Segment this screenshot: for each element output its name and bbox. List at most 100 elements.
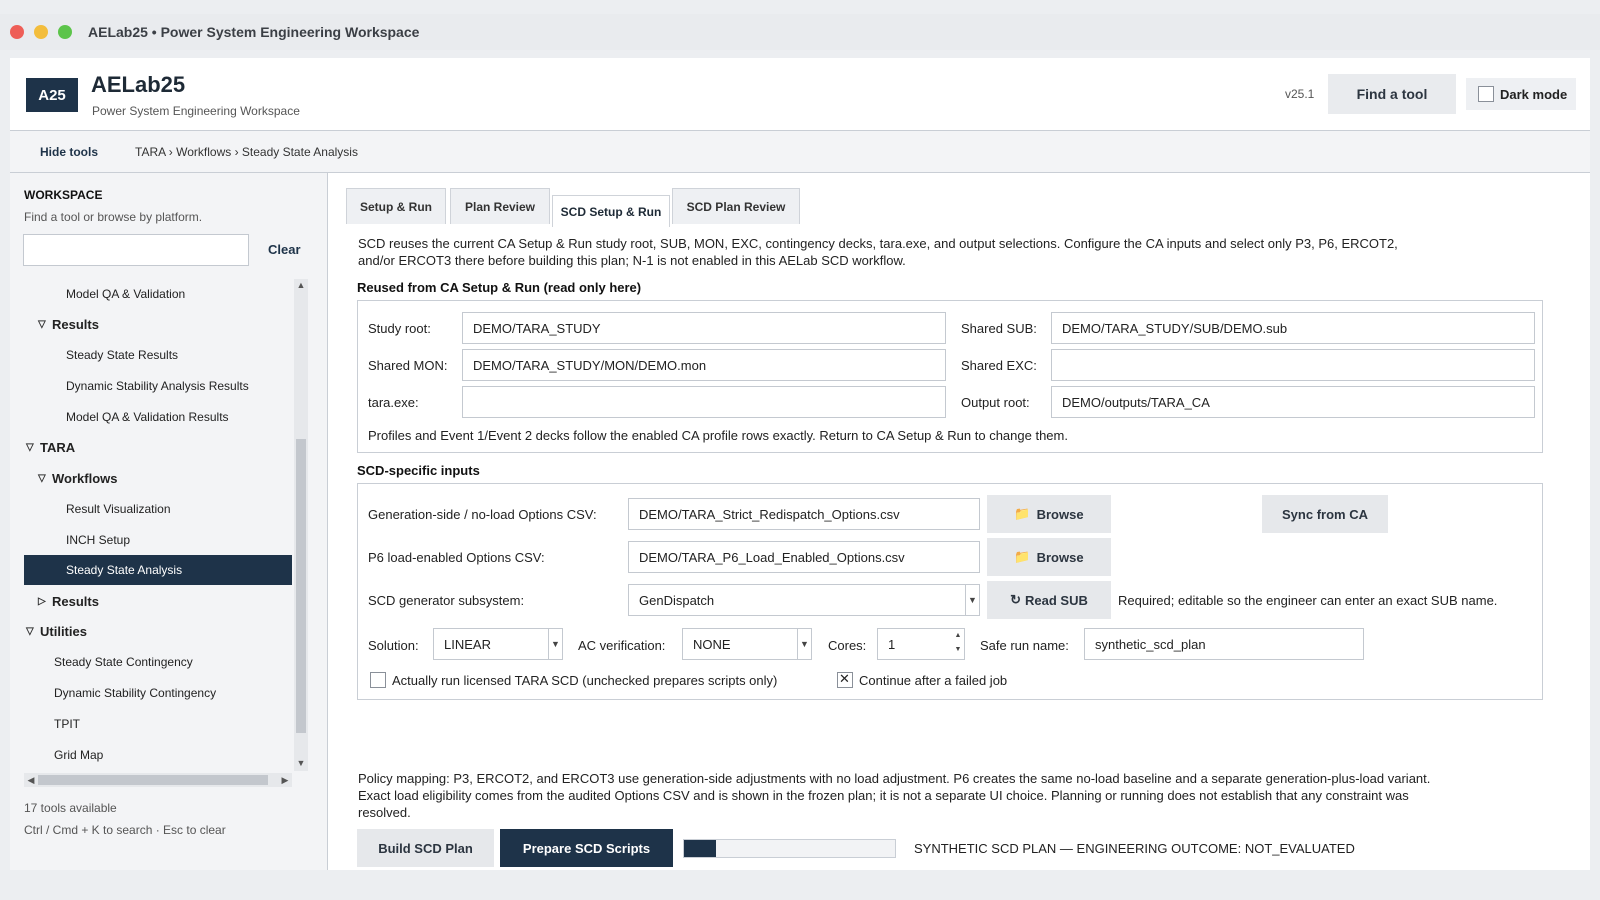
window-titlebar: AELab25 • Power System Engineering Works… xyxy=(0,14,1600,50)
tree-item-label: Dynamic Stability Analysis Results xyxy=(66,379,249,394)
read-sub-button[interactable]: ↻ Read SUB xyxy=(987,581,1111,619)
scroll-up-icon[interactable]: ▲ xyxy=(295,280,307,292)
tree-horizontal-scrollbar[interactable]: ◀ ▶ xyxy=(24,773,292,787)
clear-search-button[interactable]: Clear xyxy=(268,242,301,257)
close-window-button[interactable] xyxy=(10,25,24,39)
gen-csv-field[interactable]: DEMO/TARA_Strict_Redispatch_Options.csv xyxy=(628,498,980,530)
ac-verification-label: AC verification: xyxy=(578,638,666,653)
tree-item-label: Dynamic Stability Contingency xyxy=(54,686,217,701)
chevron-down-icon[interactable]: ▼ xyxy=(548,629,562,659)
tree-item[interactable]: INCH Setup xyxy=(24,525,292,555)
tree-item[interactable]: ▽ TARA xyxy=(24,433,292,463)
stepper-arrows-icon[interactable]: ▲ ▼ xyxy=(952,629,964,659)
sync-from-ca-button[interactable]: Sync from CA xyxy=(1262,495,1388,533)
tree-item-label: TPIT xyxy=(54,716,80,731)
tree-item-label: Model QA & Validation xyxy=(66,287,186,301)
gen-csv-browse-button[interactable]: 📁 Browse xyxy=(987,495,1111,533)
run-licensed-option[interactable]: Actually run licensed TARA SCD (unchecke… xyxy=(370,672,777,688)
output-root-field[interactable]: DEMO/outputs/TARA_CA xyxy=(1051,386,1535,418)
tree-item[interactable]: Steady State Contingency xyxy=(24,647,292,677)
tree-item-label: Steady State Results xyxy=(66,348,179,363)
minimize-window-button[interactable] xyxy=(34,25,48,39)
shared-exc-field[interactable] xyxy=(1051,349,1535,381)
tab-scd-setup-run[interactable]: SCD Setup & Run xyxy=(552,195,670,227)
caret-down-icon[interactable]: ▽ xyxy=(26,626,40,637)
ac-verification-value: NONE xyxy=(693,636,731,652)
tree-item-label: INCH Setup xyxy=(66,532,131,547)
p6-csv-field[interactable]: DEMO/TARA_P6_Load_Enabled_Options.csv xyxy=(628,541,980,573)
tree-item[interactable]: ▽ Workflows xyxy=(24,463,292,493)
cores-stepper[interactable]: 1 ▲ ▼ xyxy=(877,628,965,660)
tab-scd-plan-review[interactable]: SCD Plan Review xyxy=(672,188,800,224)
find-tool-button[interactable]: Find a tool xyxy=(1328,74,1456,114)
solution-select[interactable]: LINEAR ▼ xyxy=(433,628,563,660)
tree-item[interactable]: Model QA & Validation xyxy=(24,279,292,309)
tree-item[interactable]: Result Visualization xyxy=(24,494,292,524)
window-bottom-edge xyxy=(0,872,1600,900)
prepare-scd-scripts-button[interactable]: Prepare SCD Scripts xyxy=(500,829,673,867)
tree-item[interactable]: TPIT xyxy=(24,709,292,739)
workspace-search-input[interactable] xyxy=(23,234,249,266)
tree-item[interactable]: Dynamic Stability Contingency xyxy=(24,678,292,708)
scroll-right-icon[interactable]: ▶ xyxy=(279,773,291,787)
tree-item[interactable]: Steady State Results xyxy=(24,340,292,370)
tool-tree: Model QA & Validation ▽ Results Steady Stat… xyxy=(24,279,292,769)
tara-exe-field[interactable] xyxy=(462,386,946,418)
solution-label: Solution: xyxy=(368,638,419,653)
hide-tools-button[interactable]: Hide tools xyxy=(40,145,98,159)
tree-item[interactable]: Grid Map xyxy=(24,740,292,770)
refresh-icon: ↻ xyxy=(1010,592,1022,607)
subsystem-hint: Required; editable so the engineer can e… xyxy=(1118,593,1498,608)
browse-label: Browse xyxy=(1036,549,1084,565)
continue-after-fail-option[interactable]: Continue after a failed job xyxy=(837,671,1007,688)
scroll-left-icon[interactable]: ◀ xyxy=(25,773,37,787)
tara-exe-label: tara.exe: xyxy=(368,395,419,410)
scroll-down-icon[interactable]: ▼ xyxy=(295,758,307,770)
reused-section-title: Reused from CA Setup & Run (read only he… xyxy=(357,280,642,295)
tree-item[interactable]: ▷ Results xyxy=(24,586,292,616)
tab-plan-review[interactable]: Plan Review xyxy=(450,188,550,224)
scrollbar-thumb[interactable] xyxy=(38,775,268,785)
continue-after-fail-checkbox[interactable] xyxy=(837,671,853,688)
output-root-label: Output root: xyxy=(961,395,1030,410)
breadcrumb: TARA › Workflows › Steady State Analysis xyxy=(135,145,358,159)
chevron-down-icon[interactable]: ▼ xyxy=(797,629,811,659)
subsystem-value: GenDispatch xyxy=(639,592,715,608)
dark-mode-toggle[interactable]: Dark mode xyxy=(1466,78,1576,110)
dark-mode-checkbox[interactable] xyxy=(1478,86,1494,102)
tree-item[interactable]: ▽ Utilities xyxy=(24,617,292,647)
run-licensed-checkbox[interactable] xyxy=(370,672,386,688)
shared-mon-field[interactable]: DEMO/TARA_STUDY/MON/DEMO.mon xyxy=(462,349,946,381)
caret-right-icon[interactable]: ▷ xyxy=(38,596,52,607)
cores-label: Cores: xyxy=(828,638,867,653)
caret-down-icon[interactable]: ▽ xyxy=(38,473,52,484)
tab-setup-run[interactable]: Setup & Run xyxy=(346,188,446,224)
tree-item[interactable]: ▽ Results xyxy=(24,310,292,340)
shared-sub-field[interactable]: DEMO/TARA_STUDY/SUB/DEMO.sub xyxy=(1051,312,1535,344)
caret-down-icon[interactable]: ▽ xyxy=(26,442,40,453)
tree-item-label: Steady State Contingency xyxy=(54,655,193,670)
dark-mode-label: Dark mode xyxy=(1500,86,1568,102)
p6-csv-browse-button[interactable]: 📁 Browse xyxy=(987,538,1111,576)
subsystem-combobox[interactable]: GenDispatch ▼ xyxy=(628,584,980,616)
main-panel: Setup & Run Plan Review SCD Setup & Run … xyxy=(328,173,1590,870)
build-scd-plan-button[interactable]: Build SCD Plan xyxy=(357,829,494,867)
scrollbar-thumb[interactable] xyxy=(296,439,306,733)
tree-item[interactable]: Model QA & Validation Results xyxy=(24,402,292,432)
status-text: SYNTHETIC SCD PLAN — ENGINEERING OUTCOME… xyxy=(914,841,1355,856)
chevron-down-icon[interactable]: ▼ xyxy=(965,585,979,615)
ac-verification-select[interactable]: NONE ▼ xyxy=(682,628,812,660)
workspace-sidebar: WORKSPACE Find a tool or browse by platf… xyxy=(10,173,328,870)
shared-sub-label: Shared SUB: xyxy=(961,321,1037,336)
tree-item[interactable]: Steady State Analysis xyxy=(24,555,292,586)
study-root-field[interactable]: DEMO/TARA_STUDY xyxy=(462,312,946,344)
app-subtitle: Power System Engineering Workspace xyxy=(92,104,300,118)
tree-item-label: Results xyxy=(52,593,99,609)
scd-inputs-box: Generation-side / no-load Options CSV: D… xyxy=(357,483,1543,700)
tree-vertical-scrollbar[interactable]: ▲ ▼ xyxy=(294,279,308,771)
caret-down-icon[interactable]: ▽ xyxy=(38,319,52,330)
safe-run-name-field[interactable]: synthetic_scd_plan xyxy=(1084,628,1364,660)
tree-item[interactable]: Dynamic Stability Analysis Results xyxy=(24,371,292,401)
zoom-window-button[interactable] xyxy=(58,25,72,39)
tree-item-label: Model QA & Validation Results xyxy=(66,409,229,424)
